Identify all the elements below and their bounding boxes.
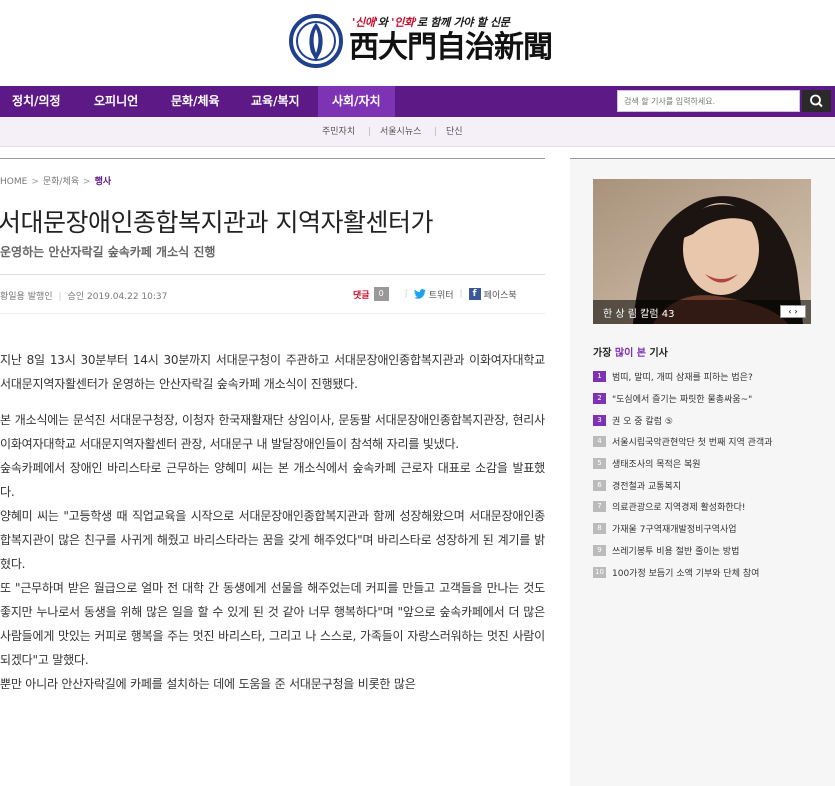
article-meta-rule [0,313,545,314]
popular-article-item[interactable]: 3권 오 중 칼럼 ⑤ [593,409,823,431]
popular-article-item[interactable]: 4 서울시립국악관현악단 첫 번째 지역 관객과 [593,431,823,453]
article-approved-date: 승인 2019.04.22 10:37 [67,292,168,302]
nav-item-society[interactable]: 사회/자치 [318,86,395,117]
article-body: 지난 8일 13시 30분부터 14시 30분까지 서대문구청이 주관하고 서대… [0,348,545,786]
article-paragraph: 뿐만 아니라 안산자락길에 카페를 설치하는 데에 도움을 준 서대문구청을 비… [0,677,416,691]
comment-link[interactable]: 댓글 [353,288,370,301]
popular-article-item[interactable]: 1 범띠, 말띠, 개띠 삼재를 피하는 법은? [593,366,823,388]
breadcrumb-current[interactable]: 행사 [95,177,112,187]
rank-badge: 5 [593,458,606,470]
logo-title: 西大門自治新聞 [349,30,553,65]
facebook-icon[interactable]: f [468,288,481,300]
chevron-right-icon: > [31,177,39,187]
sub-nav: 주민자치 | 서울시뉴스 | 단신 [0,117,835,147]
subnav-item-resident-autonomy[interactable]: 주민자치 [322,117,355,147]
search-input[interactable] [617,90,800,112]
popular-article-item[interactable]: 10 100가정 보듬기 소액 기부와 단체 참여 [593,561,823,583]
rank-badge: 10 [593,566,606,578]
rank-badge: 9 [593,544,606,556]
breadcrumb-section[interactable]: 문화/체육 [43,177,79,187]
breadcrumb-home[interactable]: HOME [0,177,27,187]
rank-badge: 2 [593,393,606,405]
popular-articles-title: 가장 많이 본 기사 [593,348,668,359]
share-bar: 댓글 0 | 트위터 | f 페이스북 [353,287,517,301]
rank-badge: 6 [593,479,606,491]
article-paragraph: 또 "근무하며 받은 월급으로 얼마 전 대학 간 동생에게 선물을 해주었는데… [0,581,545,667]
sidebar-top-rule [570,158,835,159]
twitter-icon[interactable] [413,289,426,299]
rank-badge: 3 [593,414,606,426]
subnav-divider: | [368,127,372,137]
article-divider [0,274,545,275]
twitter-share-link[interactable]: 트위터 [429,288,454,301]
column-caption[interactable]: 한 상 림 칼럼 43 [603,305,674,320]
nav-item-politics[interactable]: 정치/의정 [12,86,61,117]
article-paragraph: 양혜미 씨는 "고등학생 때 직업교육을 시작으로 서대문장애인종합복지관과 함… [0,509,545,571]
popular-article-item[interactable]: 9 쓰레기봉투 비용 절반 줄이는 방법 [593,540,823,562]
subnav-item-briefs[interactable]: 단신 [446,117,463,147]
nav-item-education[interactable]: 교육/복지 [251,86,300,117]
rank-badge: 4 [593,436,606,448]
facebook-share-link[interactable]: 페이스북 [484,288,517,301]
popular-article-item[interactable]: 8 가재울 7구역재개발정비구역사업 [593,518,823,540]
article-subhead: 운영하는 안산자락길 숲속카페 개소식 진행 [0,245,216,259]
rank-badge: 1 [593,371,606,383]
rank-badge: 8 [593,523,606,535]
subnav-divider: | [434,127,438,137]
article-headline: 서대문장애인종합복지관과 지역자활센터가 [0,208,433,237]
article-paragraph: 본 개소식에는 문석진 서대문구청장, 이청자 한국재활재단 상임이사, 문동팔… [0,413,545,451]
comment-count-badge: 0 [373,287,389,301]
rank-badge: 7 [593,501,606,513]
article-meta: 황일용 발행인 | 승인 2019.04.22 10:37 [0,292,168,302]
chevron-right-icon: > [83,177,91,187]
nav-item-opinion[interactable]: 오피니언 [94,86,138,117]
breadcrumb: HOME > 문화/체육 > 행사 [0,174,111,187]
newspaper-emblem-icon [289,14,343,68]
popular-article-item[interactable]: 7 의료관광으로 지역경제 활성화한다! [593,496,823,518]
popular-articles-list: 1 범띠, 말띠, 개띠 삼재를 피하는 법은? 2 "도심에서 즐기는 짜릿한 물… [593,366,823,583]
logo-slogan: '신애'와 '인화'로 함께 가야 할 신문 [352,16,510,29]
slider-arrows-icon[interactable]: ‹ › [780,305,806,318]
popular-article-item[interactable]: 5 생태조사의 목적은 복원 [593,453,823,475]
masthead: '신애'와 '인화'로 함께 가야 할 신문 西大門自治新聞 [0,0,835,86]
article-top-rule [0,158,545,159]
search-button[interactable] [802,90,831,112]
subnav-item-seoul-news[interactable]: 서울시뉴스 [380,117,421,147]
popular-article-item[interactable]: 6 경전철과 교통복지 [593,474,823,496]
site-logo[interactable]: '신애'와 '인화'로 함께 가야 할 신문 西大門自治新聞 [289,8,553,74]
popular-article-item[interactable]: 2 "도심에서 즐기는 짜릿한 물총싸움~" [593,388,823,410]
search-icon [810,94,823,108]
nav-item-culture[interactable]: 문화/체육 [171,86,220,117]
article-paragraph: 숲속카페에서 장애인 바리스타로 근무하는 양혜미 씨는 본 개소식에서 숲속카… [0,461,545,499]
article-paragraph: 지난 8일 13시 30분부터 14시 30분까지 서대문구청이 주관하고 서대… [0,353,545,391]
article-author: 황일용 발행인 [0,292,53,302]
